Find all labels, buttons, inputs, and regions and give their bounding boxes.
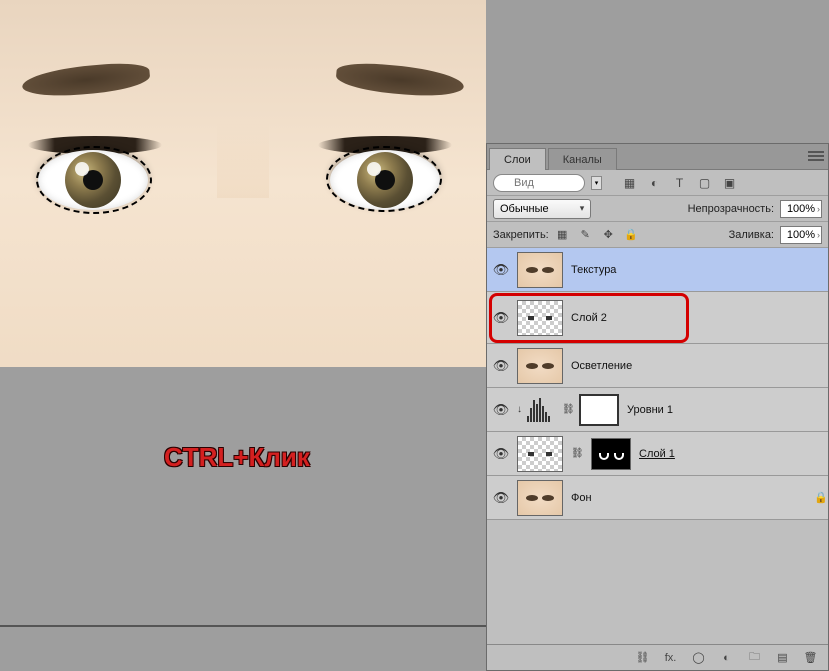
layer-name[interactable]: Фон [571, 492, 592, 504]
marquee-left[interactable] [36, 146, 152, 214]
filter-type-icon[interactable]: T [672, 175, 687, 190]
layer-filter-input[interactable] [493, 174, 585, 192]
annotation-text: CTRL+Клик [164, 442, 310, 473]
layer-row[interactable]: 👁 Текстура [487, 248, 828, 292]
lock-icon: 🔒 [814, 491, 828, 504]
panel-area: Слои Каналы ▾ ▦ ◐ T ▢ ▣ [486, 0, 829, 671]
panel-footer: ⛓ fx. ◯ ◐ 🗀 ▤ 🗑 [487, 644, 828, 670]
layer-row[interactable]: 👁 ↓ ⛓ Уровни 1 [487, 388, 828, 432]
link-layers-icon[interactable]: ⛓ [635, 650, 650, 665]
eyebrow-right [335, 60, 465, 99]
delete-layer-icon[interactable]: 🗑 [803, 650, 818, 665]
blend-row: Обычные Непрозрачность: 100% [487, 196, 828, 222]
layer-mask-thumb[interactable] [591, 438, 631, 470]
panel-menu-icon[interactable] [808, 148, 824, 164]
panel-tabs: Слои Каналы [487, 144, 828, 170]
clip-indicator-icon: ↓ [517, 404, 522, 415]
layer-row[interactable]: 👁 ⛓ Слой 1 [487, 432, 828, 476]
face-image [0, 0, 486, 367]
layer-thumb[interactable] [517, 300, 563, 336]
tab-layers[interactable]: Слои [489, 148, 546, 170]
blend-mode-select[interactable]: Обычные [493, 199, 591, 219]
canvas-bottom-rule [0, 625, 486, 627]
eyebrow-left [21, 60, 151, 99]
filter-row: ▾ ▦ ◐ T ▢ ▣ [487, 170, 828, 196]
visibility-icon[interactable]: 👁 [493, 358, 509, 374]
new-adjustment-icon[interactable]: ◐ [719, 650, 734, 665]
levels-icon [527, 398, 557, 422]
layer-thumb[interactable] [517, 436, 563, 472]
filter-adjust-icon[interactable]: ◐ [647, 175, 662, 190]
new-layer-icon[interactable]: ▤ [775, 650, 790, 665]
layer-name[interactable]: Слой 2 [571, 312, 607, 324]
fill-label: Заливка: [729, 229, 774, 241]
image-viewport[interactable] [0, 0, 486, 367]
layer-row[interactable]: 👁 Фон 🔒 [487, 476, 828, 520]
layer-mask-thumb[interactable] [579, 394, 619, 426]
opacity-label: Непрозрачность: [688, 203, 774, 215]
layer-row[interactable]: 👁 Осветление [487, 344, 828, 388]
filter-dropdown-icon[interactable]: ▾ [591, 176, 602, 190]
lock-label: Закрепить: [493, 229, 549, 241]
layer-thumb[interactable] [517, 252, 563, 288]
filter-icons: ▦ ◐ T ▢ ▣ [622, 175, 737, 190]
lock-transparent-icon[interactable]: ▦ [555, 227, 570, 242]
nose [217, 120, 269, 198]
layers-list: 👁 Текстура 👁 Слой 2 👁 Осветление 👁 [487, 248, 828, 644]
blend-mode-value: Обычные [500, 203, 549, 215]
lock-pixels-icon[interactable]: ✎ [578, 227, 593, 242]
filter-smart-icon[interactable]: ▣ [722, 175, 737, 190]
canvas-area: CTRL+Клик [0, 0, 486, 671]
link-icon[interactable]: ⛓ [562, 404, 574, 415]
layer-fx-icon[interactable]: fx. [663, 650, 678, 665]
layer-name[interactable]: Текстура [571, 264, 616, 276]
layer-name[interactable]: Слой 1 [639, 448, 675, 460]
lock-row: Закрепить: ▦ ✎ ✥ 🔒 Заливка: 100% [487, 222, 828, 248]
link-icon[interactable]: ⛓ [571, 448, 583, 459]
filter-pixel-icon[interactable]: ▦ [622, 175, 637, 190]
visibility-icon[interactable]: 👁 [493, 446, 509, 462]
visibility-icon[interactable]: 👁 [493, 310, 509, 326]
add-mask-icon[interactable]: ◯ [691, 650, 706, 665]
layer-thumb[interactable] [517, 348, 563, 384]
marquee-right[interactable] [326, 146, 442, 212]
adjustment-group: ↓ ⛓ [517, 394, 619, 426]
workspace: CTRL+Клик Слои Каналы ▾ ▦ ◐ T [0, 0, 829, 671]
layer-name[interactable]: Осветление [571, 360, 632, 372]
visibility-icon[interactable]: 👁 [493, 262, 509, 278]
new-group-icon[interactable]: 🗀 [747, 650, 762, 665]
visibility-icon[interactable]: 👁 [493, 402, 509, 418]
visibility-icon[interactable]: 👁 [493, 490, 509, 506]
lock-all-icon[interactable]: 🔒 [624, 227, 639, 242]
layer-name[interactable]: Уровни 1 [627, 404, 673, 416]
lock-icons: ▦ ✎ ✥ 🔒 [555, 227, 639, 242]
fill-input[interactable]: 100% [780, 226, 822, 244]
tab-channels[interactable]: Каналы [548, 148, 617, 170]
lock-position-icon[interactable]: ✥ [601, 227, 616, 242]
layers-panel: Слои Каналы ▾ ▦ ◐ T ▢ ▣ [486, 143, 829, 671]
layer-row[interactable]: 👁 Слой 2 [487, 292, 828, 344]
opacity-input[interactable]: 100% [780, 200, 822, 218]
filter-shape-icon[interactable]: ▢ [697, 175, 712, 190]
layer-thumb[interactable] [517, 480, 563, 516]
